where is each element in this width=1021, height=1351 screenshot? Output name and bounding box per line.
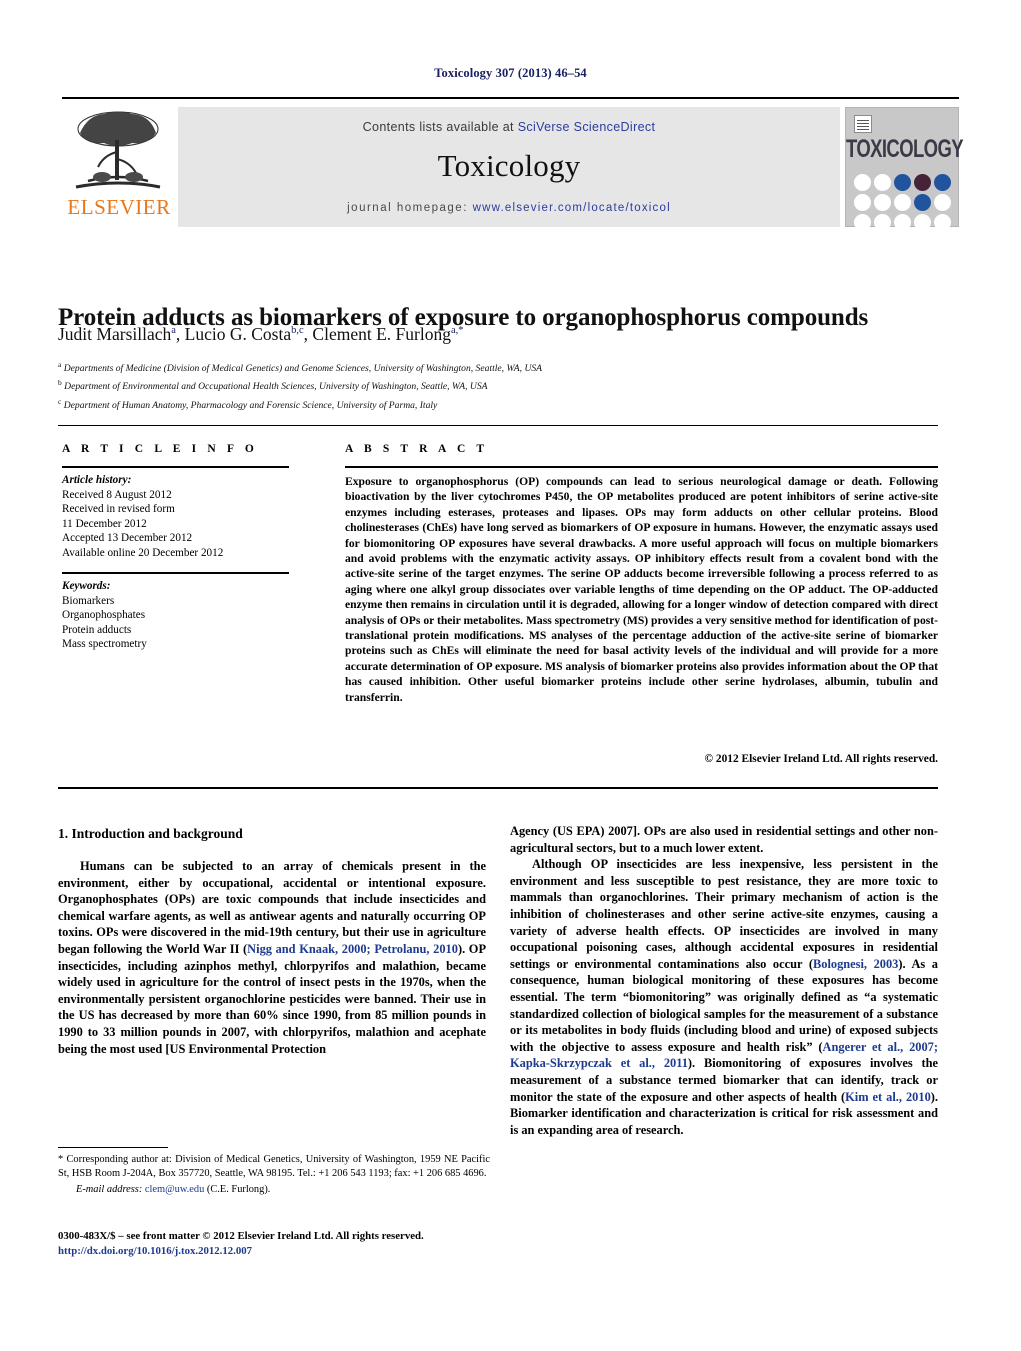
masthead-center-band: Contents lists available at SciVerse Sci…	[178, 107, 840, 227]
cover-dot	[894, 214, 911, 231]
article-info-rule	[62, 572, 289, 574]
sciencedirect-link[interactable]: SciVerse ScienceDirect	[518, 120, 656, 134]
article-info-rule	[62, 466, 289, 468]
body-column-right: Agency (US EPA) 2007]. OPs are also used…	[510, 823, 938, 1138]
issn-frontmatter-line: 0300-483X/$ – see front matter © 2012 El…	[58, 1230, 424, 1242]
article-history-item: Available online 20 December 2012	[62, 546, 224, 559]
journal-title: Toxicology	[437, 148, 581, 183]
citation-link[interactable]: Angerer et al., 2007; Kapka-Skrzypczak e…	[510, 1040, 938, 1071]
cover-dot	[914, 194, 931, 211]
journal-masthead: ELSEVIER Contents lists available at Sci…	[62, 97, 964, 231]
citation-link[interactable]: Kim et al., 2010	[845, 1090, 931, 1104]
abstract-heading: A B S T R A C T	[345, 443, 489, 455]
journal-homepage-link[interactable]: www.elsevier.com/locate/toxicol	[473, 202, 671, 214]
author-name[interactable]: Judit Marsillach	[58, 324, 171, 344]
abstract-rule	[345, 466, 938, 468]
cover-dot	[894, 194, 911, 211]
contents-prefix: Contents lists available at	[362, 120, 518, 134]
article-history-item: Received in revised form	[62, 503, 175, 516]
journal-cover-thumbnail: TOXICOLOGY	[845, 107, 964, 231]
author-affiliation-mark: b,c	[291, 325, 304, 337]
cover-corner-icon	[854, 115, 872, 133]
affiliation-line: c Department of Human Anatomy, Pharmacol…	[58, 396, 438, 412]
cover-dot-row	[854, 194, 952, 211]
email-note: E-mail address: clem@uw.edu (C.E. Furlon…	[58, 1183, 490, 1197]
author-name[interactable]: Lucio G. Costa	[185, 324, 291, 344]
elsevier-wordmark: ELSEVIER	[67, 195, 171, 219]
journal-homepage-line: journal homepage: www.elsevier.com/locat…	[178, 202, 840, 214]
affiliation-mark: b	[58, 378, 62, 388]
info-top-rule	[58, 425, 938, 426]
citation-link[interactable]: Bolognesi, 2003	[813, 957, 898, 971]
cover-wordmark: TOXICOLOGY	[846, 134, 964, 163]
article-info-heading: A R T I C L E I N F O	[62, 443, 258, 455]
article-history-item: Accepted 13 December 2012	[62, 532, 193, 545]
doi-link[interactable]: http://dx.doi.org/10.1016/j.tox.2012.12.…	[58, 1244, 498, 1259]
email-suffix: (C.E. Furlong).	[204, 1184, 271, 1196]
article-history-label: Article history:	[62, 474, 132, 486]
cover-dot-grid	[854, 174, 952, 234]
article-history-block: Article history: Received 8 August 2012 Re…	[62, 473, 297, 561]
affiliation-line: a Departments of Medicine (Division of M…	[58, 360, 543, 375]
abstract-copyright: © 2012 Elsevier Ireland Ltd. All rights …	[704, 753, 938, 765]
cover-dot	[934, 174, 951, 191]
body-paragraph: Although OP insecticides are less inexpe…	[510, 857, 938, 1137]
cover-dot	[934, 194, 951, 211]
body-column-left: Humans can be subjected to an array of c…	[58, 858, 486, 1057]
affiliation-mark: c	[58, 396, 62, 406]
keywords-block: Keywords: Biomarkers Organophosphates Prote…	[62, 579, 297, 652]
cover-dot	[854, 194, 871, 211]
corresponding-author-note: * Corresponding author at: Division of M…	[58, 1154, 490, 1180]
keywords-label: Keywords:	[62, 580, 111, 592]
article-history-item: Received 8 August 2012	[62, 488, 172, 501]
cover-dot-row	[854, 174, 952, 191]
cover-dot	[854, 214, 871, 231]
affiliation-list: a Departments of Medicine (Division of M…	[58, 358, 958, 413]
keyword-item[interactable]: Mass spectrometry	[62, 637, 297, 652]
affiliation-mark: a	[58, 360, 62, 369]
cover-dot	[914, 174, 931, 191]
author-affiliation-mark: a	[171, 325, 176, 337]
masthead-top-rule	[62, 97, 959, 99]
cover-dot	[934, 214, 951, 231]
footnote-block: * Corresponding author at: Division of M…	[58, 1153, 490, 1198]
article-history-item: 11 December 2012	[62, 517, 147, 530]
author-affiliation-mark: a,*	[450, 325, 464, 337]
citation-link[interactable]: Nigg and Knaak, 2000; Petrolanu, 2010	[247, 942, 458, 956]
email-label: E-mail address:	[76, 1184, 143, 1196]
cover-dot	[914, 214, 931, 231]
email-link[interactable]: clem@uw.edu	[145, 1184, 204, 1195]
cover-dot	[854, 174, 871, 191]
imprint-block: 0300-483X/$ – see front matter © 2012 El…	[58, 1229, 498, 1258]
body-paragraph: Agency (US EPA) 2007]. OPs are also used…	[510, 824, 938, 855]
contents-available-line: Contents lists available at SciVerse Sci…	[178, 120, 840, 134]
cover-dot-row	[854, 214, 952, 231]
author-name[interactable]: Clement E. Furlong	[312, 324, 451, 344]
paper-page: Toxicology 307 (2013) 46–54 ELSEVIER Con…	[0, 0, 1021, 1351]
keyword-item[interactable]: Organophosphates	[62, 608, 297, 623]
keyword-item[interactable]: Protein adducts	[62, 623, 297, 638]
elsevier-tree-icon	[75, 111, 161, 189]
homepage-prefix: journal homepage:	[347, 202, 468, 214]
cover-dot	[894, 174, 911, 191]
body-paragraph: Humans can be subjected to an array of c…	[58, 859, 487, 1056]
footnote-rule	[58, 1147, 168, 1149]
affiliation-line: b Department of Environmental and Occupa…	[58, 378, 488, 393]
author-list: Judit Marsillacha, Lucio G. Costab,c, Cl…	[58, 324, 464, 344]
abstract-bottom-rule	[58, 787, 938, 789]
abstract-body: Exposure to organophosphorus (OP) compou…	[345, 475, 938, 704]
cover-dot	[874, 214, 891, 231]
section-heading: 1. Introduction and background	[58, 826, 243, 841]
elsevier-logo: ELSEVIER	[64, 107, 174, 227]
running-head: Toxicology 307 (2013) 46–54	[434, 66, 587, 80]
cover-dot	[874, 194, 891, 211]
keyword-item[interactable]: Biomarkers	[62, 594, 297, 609]
cover-dot	[874, 174, 891, 191]
